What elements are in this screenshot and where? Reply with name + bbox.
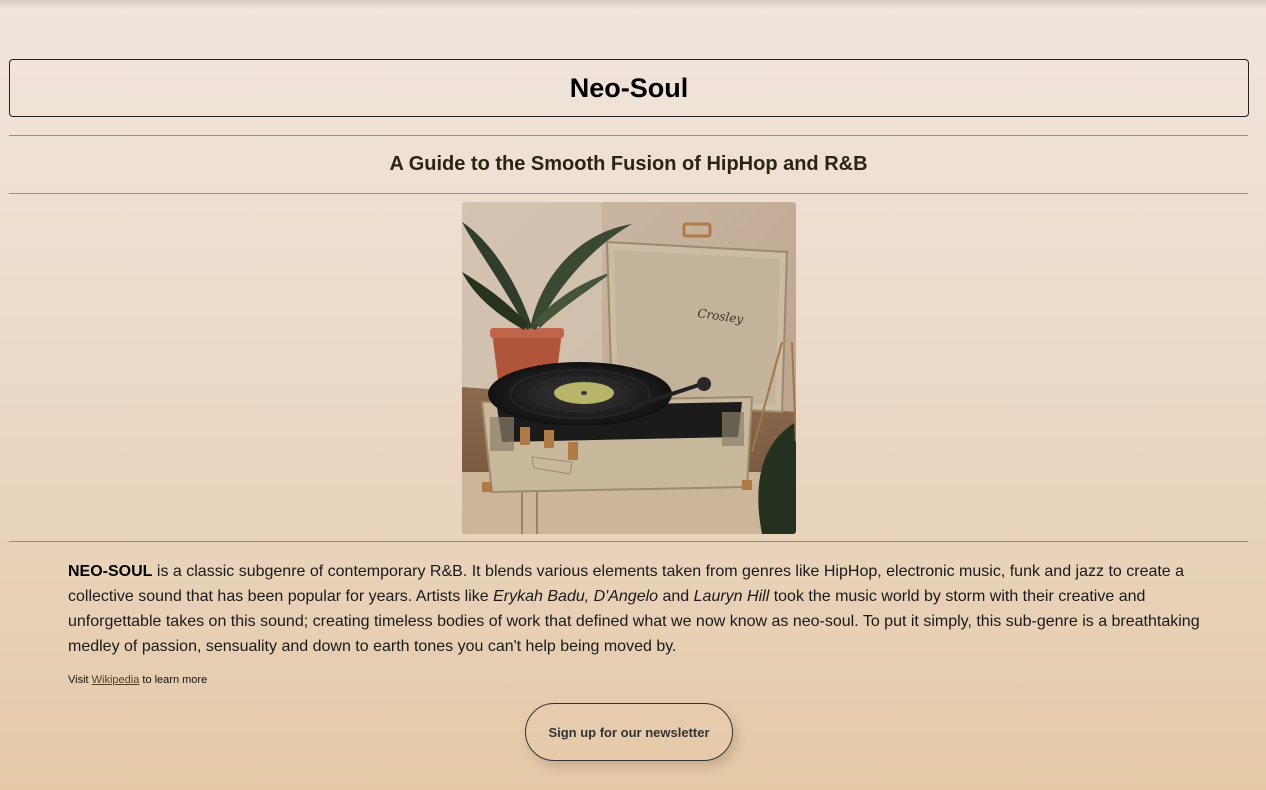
article-paragraph: NEO-SOUL is a classic subgenre of contem… bbox=[68, 559, 1208, 659]
divider-middle bbox=[9, 193, 1248, 194]
artist-names-1: Erykah Badu, D'Angelo bbox=[493, 588, 659, 605]
newsletter-signup-button[interactable]: Sign up for our newsletter bbox=[525, 703, 733, 761]
artist-names-2: Lauryn Hill bbox=[693, 588, 770, 605]
page-title: Neo-Soul bbox=[569, 72, 689, 103]
learn-more-prefix: Visit bbox=[68, 674, 92, 686]
page-subtitle: A Guide to the Smooth Fusion of HipHop a… bbox=[389, 152, 868, 175]
wikipedia-link[interactable]: Wikipedia bbox=[92, 674, 140, 686]
learn-more-note: Visit Wikipedia to learn more bbox=[68, 674, 207, 686]
record-player-image: Crosley bbox=[462, 202, 796, 534]
divider-bottom bbox=[9, 541, 1248, 542]
record-player-illustration: Crosley bbox=[462, 202, 796, 534]
learn-more-suffix: to learn more bbox=[139, 674, 208, 686]
title-box: Neo-Soul bbox=[9, 59, 1249, 117]
top-shadow bbox=[0, 0, 1266, 10]
article-text-2: and bbox=[658, 588, 694, 605]
genre-name: NEO-SOUL bbox=[68, 563, 153, 580]
